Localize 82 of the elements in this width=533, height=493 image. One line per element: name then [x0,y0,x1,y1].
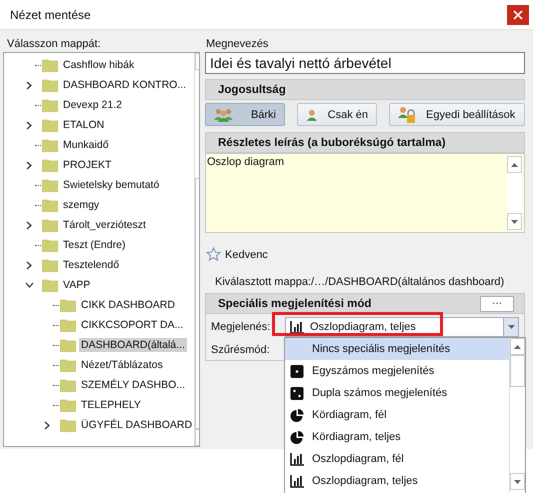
folder-label: Válasszon mappát: [6,37,102,52]
dropdown-option[interactable]: Kördiagram, teljes [285,426,509,448]
folder-icon [60,398,76,412]
folder-name[interactable]: ÜGYFÉL DASHBOARD [79,418,194,432]
favorite-label[interactable]: Kedvenc [225,248,268,260]
permission-button[interactable]: Bárki [205,103,285,126]
folder-icon [42,258,58,272]
folder-icon [42,118,58,132]
folder-icon [42,178,58,192]
folder-icon [60,318,76,332]
chevron-right-icon[interactable] [26,120,32,130]
scroll-down-icon[interactable] [514,480,521,484]
description-header: Részletes leírás (a buboréksúgó tartalma) [205,132,525,153]
folder-name[interactable]: CIKK DASHBOARD [79,298,177,312]
folder-icon [42,98,58,112]
display-label: Megjelenés: [211,321,272,333]
folder-name[interactable]: Teszt (Endre) [61,238,128,252]
permission-button[interactable]: Egyedi beállítások [389,103,525,126]
folder-icon [42,198,58,212]
folder-name[interactable]: PROJEKT [61,158,114,172]
permission-button[interactable]: Csak én [297,103,377,126]
pie-chart-icon [290,430,304,444]
star-icon[interactable] [206,247,221,262]
filter-label: Szűrésmód: [211,344,271,356]
window-title: Nézet mentése [9,8,91,22]
chevron-down-icon[interactable] [24,282,34,288]
folder-name[interactable]: Swietelsky bemutató [61,178,162,192]
user-lock-icon [398,106,416,124]
folder-name[interactable]: Nézet/Táblázatos [79,358,165,372]
pie-chart-icon [290,408,304,422]
folder-icon [42,238,58,252]
folder-icon [42,218,58,232]
dropdown-option[interactable]: Kördiagram, fél [285,404,509,426]
folder-icon [60,338,76,352]
die-icon [290,364,304,378]
folder-icon [42,58,58,72]
folder-icon [60,418,76,432]
folder-name[interactable]: Tesztelendő [61,258,122,272]
folder-icon [60,378,76,392]
chevron-right-icon[interactable] [26,260,32,270]
folder-name[interactable]: Munkaidő [61,138,111,152]
folder-name[interactable]: VAPP [61,278,92,292]
folder-name[interactable]: Cashflow hibák [61,58,136,72]
special-mode-header: Speciális megjelenítési mód [218,298,372,310]
bar-chart-icon [290,452,304,466]
dropdown-option[interactable]: Oszlopdiagram, fél [285,448,509,470]
bar-chart-icon [290,320,304,334]
folder-icon [42,138,58,152]
folder-icon [60,298,76,312]
folder-icon [42,158,58,172]
dropdown-option[interactable]: Egyszámos megjelenítés [285,360,509,382]
folder-name[interactable]: Tárolt_verzióteszt [61,218,148,232]
chevron-right-icon[interactable] [26,220,32,230]
caret-icon[interactable] [508,325,514,329]
folder-name[interactable]: DASHBOARD KONTRO... [61,78,188,92]
dropdown-option[interactable]: Dupla számos megjelenítés [285,382,509,404]
permissions-header: Jogosultság [205,79,525,100]
bar-chart-icon [290,474,304,488]
users-icon [214,106,233,122]
folder-icon [60,358,76,372]
folder-name[interactable]: szemgy [61,198,102,212]
dropdown-option[interactable]: Oszlopdiagram, teljes [285,470,509,492]
folder-name[interactable]: ETALON [61,118,106,132]
folder-name[interactable]: CIKKCSOPORT DA... [79,318,186,332]
folder-name[interactable]: Devexp 21.2 [61,98,124,112]
selected-folder-path: Kiválasztott mappa:/…/DASHBOARD(általános dashboard) [214,275,506,290]
close-icon[interactable] [513,10,523,20]
die-icon [290,386,304,400]
scroll-up-icon[interactable] [514,344,521,348]
close-button[interactable] [507,4,529,24]
dropdown-option[interactable]: Nincs speciális megjelenítés [285,338,509,360]
name-label: Megnevezés [205,37,270,52]
folder-icon [42,278,58,292]
more-button[interactable]: ··· [480,296,514,312]
name-field[interactable]: Idei és tavalyi nettó árbevétel [205,52,525,74]
folder-name[interactable]: DASHBOARD(általá... [79,338,187,352]
chevron-right-icon[interactable] [26,80,32,90]
chevron-right-icon[interactable] [26,160,32,170]
folder-name[interactable]: SZEMÉLY DASHBO... [79,378,188,392]
folder-icon [42,78,58,92]
folder-name[interactable]: TELEPHELY [79,398,143,412]
chevron-right-icon[interactable] [44,420,50,430]
